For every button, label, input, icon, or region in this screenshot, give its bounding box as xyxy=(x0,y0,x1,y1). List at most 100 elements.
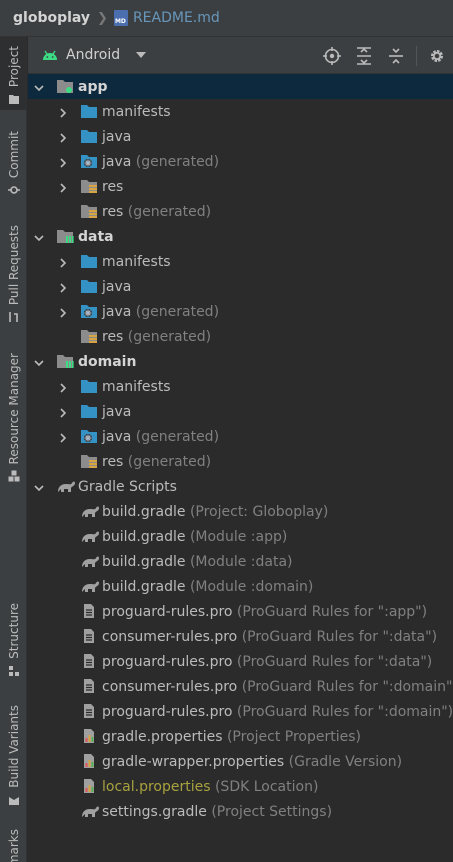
tree-item-hint: (generated) xyxy=(131,153,220,170)
chevron-right-icon[interactable] xyxy=(58,181,68,193)
tree-item-label: gradle.properties (Project Properties) xyxy=(102,729,361,745)
tree-item-hint: (ProGuard Rules for ":app") xyxy=(232,603,428,620)
tree-item-label: java (generated) xyxy=(102,304,219,320)
breadcrumb-separator-icon: ❯ xyxy=(97,10,108,26)
tree-row[interactable]: settings.gradle (Project Settings) xyxy=(28,799,453,824)
chevron-down-icon[interactable] xyxy=(34,356,44,367)
tree-row[interactable]: proguard-rules.pro (ProGuard Rules for "… xyxy=(28,699,453,724)
tree-item-label: data xyxy=(78,229,114,245)
properties-file-icon xyxy=(80,728,98,744)
tool-tab-structure[interactable]: Structure xyxy=(0,603,27,678)
properties-file-icon xyxy=(80,778,98,794)
tree-item-name: res xyxy=(102,328,124,345)
tool-tab-bookmarks[interactable]: Bookmarks xyxy=(0,829,27,862)
expand-all-button[interactable] xyxy=(348,37,380,74)
tree-row[interactable]: proguard-rules.pro (ProGuard Rules for "… xyxy=(28,649,453,674)
select-opened-file-button[interactable] xyxy=(316,37,348,74)
tree-item-name: manifests xyxy=(102,253,171,270)
chevron-right-icon[interactable] xyxy=(58,156,68,168)
tree-item-label: res (generated) xyxy=(102,204,211,220)
tree-row[interactable]: res (generated) xyxy=(28,324,453,349)
text-file-icon xyxy=(80,603,98,619)
tree-item-name: java xyxy=(102,303,132,320)
tree-row[interactable]: proguard-rules.pro (ProGuard Rules for "… xyxy=(28,599,453,624)
tree-row[interactable]: manifests xyxy=(28,374,453,399)
tree-row[interactable]: res (generated) xyxy=(28,449,453,474)
tree-item-label: build.gradle (Project: Globoplay) xyxy=(102,504,328,520)
tree-item-name: local.properties xyxy=(102,778,211,795)
chevron-right-icon[interactable] xyxy=(58,106,68,118)
tree-row[interactable]: data xyxy=(28,224,453,249)
tree-row[interactable]: java xyxy=(28,124,453,149)
tree-item-label: manifests xyxy=(102,379,171,395)
tree-row[interactable]: gradle.properties (Project Properties) xyxy=(28,724,453,749)
chevron-right-icon[interactable] xyxy=(58,306,68,318)
tree-row[interactable]: java (generated) xyxy=(28,149,453,174)
gradle-icon xyxy=(56,478,76,494)
tree-item-label: build.gradle (Module :app) xyxy=(102,529,287,545)
options-button[interactable] xyxy=(421,37,453,74)
tree-item-label: proguard-rules.pro (ProGuard Rules for "… xyxy=(102,654,432,670)
android-icon xyxy=(43,50,57,60)
generated-folder-icon xyxy=(80,303,98,319)
folder-icon xyxy=(80,278,98,294)
chevron-down-icon[interactable] xyxy=(34,81,44,92)
chevron-right-icon[interactable] xyxy=(58,406,68,418)
tool-tab-build-variants[interactable]: Build Variants xyxy=(0,705,27,807)
tree-row[interactable]: consumer-rules.pro (ProGuard Rules for "… xyxy=(28,674,453,699)
tree-row[interactable]: build.gradle (Module :domain) xyxy=(28,574,453,599)
tree-item-name: res xyxy=(102,203,124,220)
tree-item-name: proguard-rules.pro xyxy=(102,653,233,670)
tree-row[interactable]: java xyxy=(28,274,453,299)
tree-item-name: consumer-rules.pro xyxy=(102,628,238,645)
chevron-right-icon[interactable] xyxy=(58,431,68,443)
tree-row[interactable]: Gradle Scripts xyxy=(28,474,453,499)
tree-row[interactable]: local.properties (SDK Location) xyxy=(28,774,453,799)
tree-item-label: manifests xyxy=(102,254,171,270)
tool-tab-project[interactable]: Project xyxy=(0,37,27,110)
chevron-right-icon[interactable] xyxy=(58,131,68,143)
tree-item-label: res (generated) xyxy=(102,454,211,470)
tree-item-name: gradle.properties xyxy=(102,728,223,745)
collapse-all-button[interactable] xyxy=(380,37,412,74)
tree-item-hint: (Gradle Version) xyxy=(284,753,403,770)
tree-item-label: java xyxy=(102,129,131,145)
breadcrumb-project[interactable]: globoplay xyxy=(13,10,90,26)
tree-row[interactable]: build.gradle (Module :data) xyxy=(28,549,453,574)
tree-item-hint: (generated) xyxy=(123,203,212,220)
chevron-right-icon[interactable] xyxy=(58,256,68,268)
tool-tab-commit[interactable]: Commit xyxy=(0,131,27,201)
tree-item-hint: (Module :app) xyxy=(185,528,288,545)
tool-tab-label: Commit xyxy=(6,131,21,179)
tree-row[interactable]: res xyxy=(28,174,453,199)
pull-request-icon xyxy=(8,312,18,323)
tree-row[interactable]: res (generated) xyxy=(28,199,453,224)
chevron-down-icon[interactable] xyxy=(34,231,44,242)
tree-row[interactable]: java (generated) xyxy=(28,424,453,449)
tree-row[interactable]: app xyxy=(28,74,453,99)
chevron-down-icon[interactable] xyxy=(136,52,147,58)
tree-row[interactable]: manifests xyxy=(28,99,453,124)
tree-item-name: build.gradle xyxy=(102,503,186,520)
tool-tab-resource-manager[interactable]: Resource Manager xyxy=(0,353,27,488)
folder-icon xyxy=(80,253,98,269)
chevron-right-icon[interactable] xyxy=(58,381,68,393)
tree-row[interactable]: consumer-rules.pro (ProGuard Rules for "… xyxy=(28,624,453,649)
tree-item-name: data xyxy=(78,228,114,245)
tree-item-name: build.gradle xyxy=(102,578,186,595)
tree-row[interactable]: java (generated) xyxy=(28,299,453,324)
tree-row[interactable]: gradle-wrapper.properties (Gradle Versio… xyxy=(28,749,453,774)
tree-row[interactable]: domain xyxy=(28,349,453,374)
tree-row[interactable]: build.gradle (Module :app) xyxy=(28,524,453,549)
chevron-right-icon[interactable] xyxy=(58,281,68,293)
breadcrumb-file[interactable]: README.md xyxy=(133,10,220,26)
tree-row[interactable]: manifests xyxy=(28,249,453,274)
tree-row[interactable]: build.gradle (Project: Globoplay) xyxy=(28,499,453,524)
tree-item-label: consumer-rules.pro (ProGuard Rules for "… xyxy=(102,629,437,645)
chevron-down-icon[interactable] xyxy=(34,481,44,492)
tree-row[interactable]: java xyxy=(28,399,453,424)
tool-tab-pull-requests[interactable]: Pull Requests xyxy=(0,225,27,325)
view-mode-selector[interactable]: Android xyxy=(66,47,120,63)
navigation-bar: globoplay ❯ README.md xyxy=(0,0,453,37)
res-folder-icon xyxy=(80,453,98,469)
